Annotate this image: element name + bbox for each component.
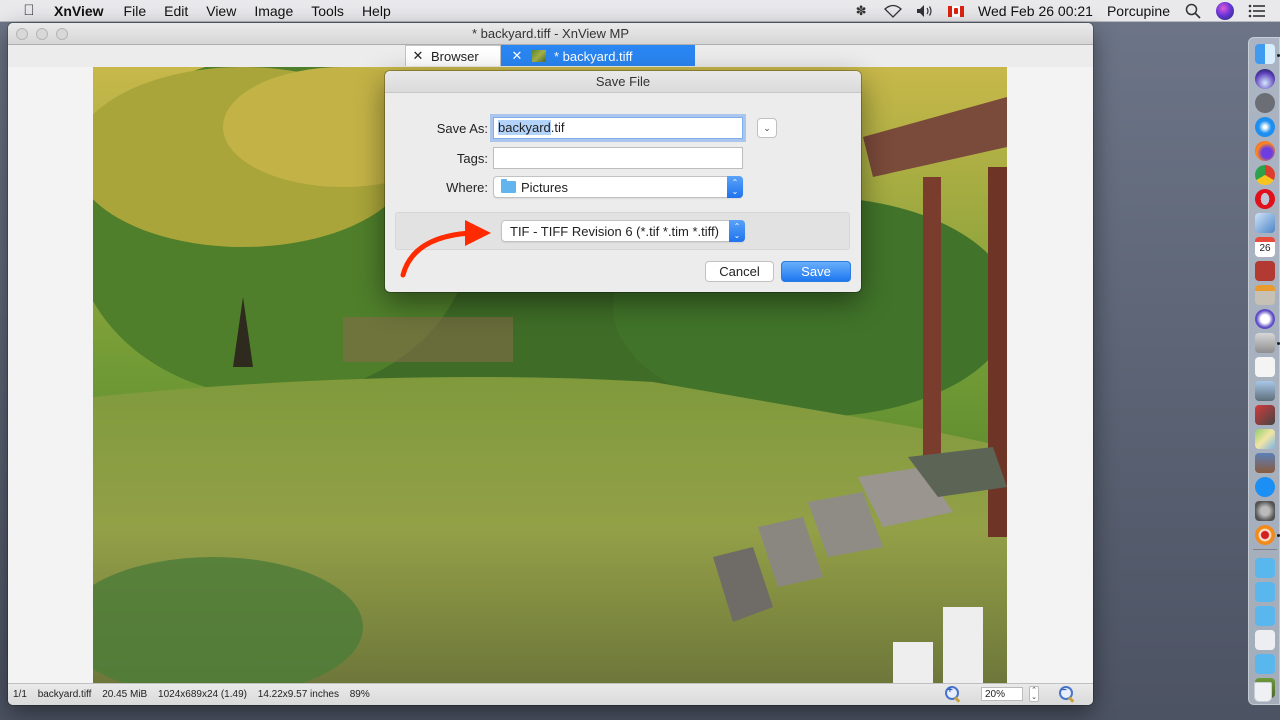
minimize-window-button[interactable] [36, 28, 48, 40]
photos-dock-icon[interactable] [1255, 453, 1275, 473]
photo-booth-dock-icon[interactable] [1255, 405, 1275, 425]
notification-center-icon[interactable] [1248, 2, 1266, 20]
keynote-dock-icon[interactable] [1255, 333, 1275, 353]
opera-dock-icon[interactable] [1255, 189, 1275, 209]
document-stack-dock-icon[interactable] [1255, 630, 1275, 650]
canada-flag-icon[interactable] [948, 5, 965, 17]
maps-dock-icon[interactable] [1255, 429, 1275, 449]
status-dimensions: 1024x689x24 (1.49) [158, 689, 247, 700]
status-filesize: 20.45 MiB [102, 689, 148, 700]
volume-icon[interactable] [916, 2, 934, 20]
save-as-selected-text: backyard [498, 120, 551, 135]
popup-stepper-icon: ⌃ ⌄ [729, 220, 745, 242]
tab-browser[interactable]: ✕ Browser [405, 45, 501, 66]
menu-bar:  XnView File Edit View Image Tools Help… [0, 0, 1280, 22]
tab-bar: ✕ Browser ✕ * backyard.tiff [8, 45, 1093, 67]
save-as-input[interactable]: backyard.tif [493, 117, 743, 139]
bluetooth-icon[interactable]: ✽ [852, 2, 870, 20]
menu-tools[interactable]: Tools [311, 3, 344, 19]
bbedit-dock-icon[interactable] [1255, 309, 1275, 329]
close-window-button[interactable] [16, 28, 28, 40]
status-print-size: 14.22x9.57 inches [257, 689, 339, 700]
status-filename: backyard.tiff [37, 689, 92, 700]
menu-help[interactable]: Help [362, 3, 391, 19]
tab-label: Browser [431, 48, 479, 64]
where-label: Where: [446, 179, 488, 195]
zoom-level-field[interactable]: 20% [981, 687, 1023, 701]
xnview-dock-icon[interactable] [1255, 525, 1275, 545]
apple-menu-icon[interactable]:  [20, 2, 38, 19]
menu-file[interactable]: File [124, 3, 147, 19]
image-index: 1/1 [13, 689, 27, 700]
tab-label: * backyard.tiff [554, 48, 633, 64]
finder-dock-icon[interactable] [1255, 44, 1275, 64]
image-capture-dock-icon[interactable] [1255, 381, 1275, 401]
status-zoom-percent: 89% [349, 689, 370, 700]
dock: 26 [1248, 37, 1280, 705]
dictionary-dock-icon[interactable] [1255, 261, 1275, 281]
file-format-value: TIF - TIFF Revision 6 (*.tif *.tim *.tif… [510, 223, 719, 239]
firefox-dock-icon[interactable] [1255, 141, 1275, 161]
safari-dock-icon[interactable] [1255, 117, 1275, 137]
tags-input[interactable] [493, 147, 743, 169]
siri-icon[interactable] [1216, 2, 1234, 20]
zoom-window-button[interactable] [56, 28, 68, 40]
calendar-dock-icon[interactable]: 26 [1255, 237, 1275, 257]
preview-dock-icon[interactable] [1255, 213, 1275, 233]
menu-app-name[interactable]: XnView [54, 3, 104, 19]
menu-view[interactable]: View [206, 3, 236, 19]
textedit-dock-icon[interactable] [1255, 357, 1275, 377]
dock-separator [1253, 549, 1277, 550]
dialog-title: Save File [385, 71, 861, 93]
launchpad-dock-icon[interactable] [1255, 93, 1275, 113]
calculator-dock-icon[interactable] [1255, 285, 1275, 305]
expand-dialog-button[interactable]: ⌄ [757, 118, 777, 138]
trash-dock-icon[interactable] [1254, 682, 1272, 702]
applications-folder-dock-icon[interactable] [1255, 558, 1275, 578]
zoom-in-icon[interactable]: + [945, 685, 961, 702]
file-format-popup[interactable]: TIF - TIFF Revision 6 (*.tif *.tim *.tif… [501, 220, 745, 242]
downloads-folder-dock-icon[interactable] [1255, 606, 1275, 626]
menu-edit[interactable]: Edit [164, 3, 188, 19]
status-bar: 1/1 backyard.tiff 20.45 MiB 1024x689x24 … [8, 683, 1093, 705]
wifi-icon[interactable] [884, 2, 902, 20]
app-store-dock-icon[interactable] [1255, 477, 1275, 497]
save-as-label: Save As: [436, 120, 488, 136]
pictures-folder-dock-icon[interactable] [1255, 654, 1275, 674]
menubar-clock[interactable]: Wed Feb 26 00:21 [978, 3, 1093, 19]
save-button[interactable]: Save [781, 261, 851, 282]
close-tab-icon[interactable]: ✕ [508, 48, 526, 64]
zoom-out-icon[interactable]: − [1059, 685, 1075, 702]
folder-icon [501, 179, 516, 193]
zoom-stepper[interactable]: ⌃ ⌄ [1029, 686, 1039, 702]
chrome-dock-icon[interactable] [1255, 165, 1275, 185]
cancel-button[interactable]: Cancel [705, 261, 774, 282]
window-title: * backyard.tiff - XnView MP [471, 26, 630, 41]
close-tab-icon[interactable]: ✕ [409, 48, 427, 64]
menubar-user[interactable]: Porcupine [1107, 3, 1170, 19]
save-as-extension: .tif [550, 120, 565, 135]
popup-stepper-icon: ⌃ ⌄ [727, 176, 743, 198]
image-thumbnail-icon [532, 50, 546, 62]
documents-folder-dock-icon[interactable] [1255, 582, 1275, 602]
tab-backyard-tiff[interactable]: ✕ * backyard.tiff [501, 45, 695, 66]
annotation-arrow-icon [400, 220, 491, 278]
tags-label: Tags: [456, 150, 488, 166]
where-popup[interactable]: Pictures ⌃ ⌄ [493, 176, 743, 198]
menu-image[interactable]: Image [254, 3, 293, 19]
spotlight-search-icon[interactable] [1184, 2, 1202, 20]
where-value: Pictures [521, 179, 568, 195]
system-preferences-dock-icon[interactable] [1255, 501, 1275, 521]
window-titlebar[interactable]: * backyard.tiff - XnView MP [8, 23, 1093, 45]
siri-dock-icon[interactable] [1255, 69, 1275, 89]
